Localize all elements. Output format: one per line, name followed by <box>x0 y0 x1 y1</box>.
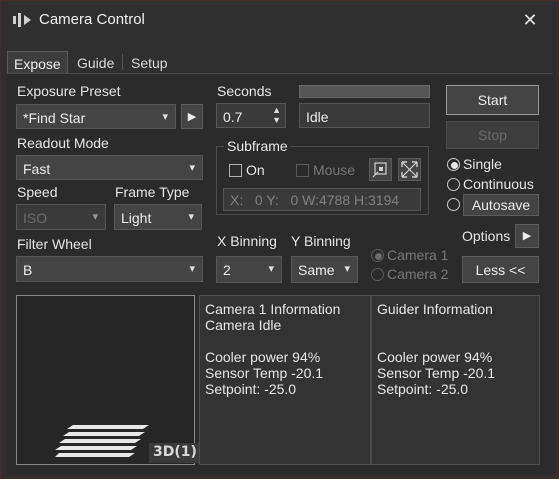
y-binning-label: Y Binning <box>291 233 351 249</box>
camera1-cooler-power: Cooler power 94% <box>205 349 321 365</box>
camera2-label: Camera 2 <box>387 266 449 282</box>
tab-setup[interactable]: Setup <box>125 51 174 73</box>
chevron-down-icon: ▾ <box>268 263 274 275</box>
expand-arrows-icon <box>401 161 418 178</box>
stack-3d-icon <box>55 425 149 457</box>
speed-label: Speed <box>17 184 58 200</box>
guider-setpoint: Setpoint: -25.0 <box>377 381 469 397</box>
seconds-label: Seconds <box>217 83 272 99</box>
guider-sensor-temp: Sensor Temp -20.1 <box>377 365 496 381</box>
y-binning-select[interactable]: Same ▾ <box>291 256 358 283</box>
subframe-coords: X: 0 Y: 0 W:4788 H:3194 <box>223 188 421 211</box>
single-label: Single <box>463 156 502 172</box>
stop-button[interactable]: Stop <box>446 121 539 149</box>
camera1-info-title: Camera 1 Information <box>205 301 341 317</box>
exposure-preset-select[interactable]: *Find Star ▾ <box>16 104 176 129</box>
x-binning-select[interactable]: 2 ▾ <box>216 256 282 283</box>
guider-cooler-power: Cooler power 94% <box>377 349 493 365</box>
continuous-label: Continuous <box>463 176 534 192</box>
chevron-down-icon: ▾ <box>344 263 350 275</box>
camera1-status: Camera Idle <box>205 317 282 333</box>
exposure-progress-bar <box>299 85 430 98</box>
seconds-input[interactable]: 0.7 ▲ ▼ <box>216 103 286 128</box>
spin-arrows-icon[interactable]: ▲ ▼ <box>272 105 281 125</box>
exposure-preset-label: Exposure Preset <box>17 83 121 99</box>
camera1-setpoint: Setpoint: -25.0 <box>205 381 297 397</box>
readout-mode-select[interactable]: Fast ▾ <box>16 155 203 180</box>
subframe-on-label: On <box>246 162 265 178</box>
options-button[interactable]: ▶ <box>515 224 539 248</box>
close-icon[interactable]: ✕ <box>519 9 541 31</box>
options-label: Options <box>462 228 511 244</box>
preset-arrow-button[interactable]: ▶ <box>181 104 203 129</box>
chevron-down-icon: ▾ <box>189 162 195 174</box>
select-region-button[interactable] <box>369 158 392 181</box>
x-binning-label: X Binning <box>217 233 277 249</box>
view-badge: 3D(1) <box>149 443 201 463</box>
frame-type-select[interactable]: Light ▾ <box>114 204 202 230</box>
less-button[interactable]: Less << <box>462 256 539 283</box>
guider-info-title: Guider Information <box>377 301 493 317</box>
camera1-label: Camera 1 <box>387 247 449 263</box>
filter-wheel-select[interactable]: B ▾ <box>16 256 203 282</box>
camera1-sensor-temp: Sensor Temp -20.1 <box>205 365 324 381</box>
chevron-down-icon: ▾ <box>189 263 195 275</box>
speed-select[interactable]: ISO ▾ <box>16 204 106 230</box>
readout-mode-label: Readout Mode <box>17 135 109 151</box>
subframe-label: Subframe <box>224 138 291 154</box>
tab-expose[interactable]: Expose <box>7 51 68 73</box>
subframe-on-checkbox[interactable] <box>229 164 242 177</box>
mouse-label: Mouse <box>313 162 356 178</box>
camera2-radio[interactable] <box>371 268 384 281</box>
title-bar[interactable]: Camera Control ✕ <box>1 1 558 39</box>
chevron-down-icon: ▾ <box>162 111 168 123</box>
play-icon: ▶ <box>187 111 197 123</box>
mouse-checkbox[interactable] <box>296 164 309 177</box>
full-frame-button[interactable] <box>398 158 421 181</box>
crop-region-icon <box>372 162 387 178</box>
start-button[interactable]: Start <box>446 85 539 115</box>
status-field: Idle <box>299 103 430 128</box>
camera-control-window: Camera Control ✕ Expose Guide Setup Expo… <box>0 0 559 479</box>
window-title: Camera Control <box>39 11 145 28</box>
continuous-radio[interactable] <box>447 178 460 191</box>
play-icon: ▶ <box>522 230 532 242</box>
single-radio[interactable] <box>447 158 460 171</box>
autosave-radio[interactable] <box>447 198 460 211</box>
guider-info-panel: Guider Information Cooler power 94% Sens… <box>371 295 540 465</box>
preview-pane[interactable]: 3D(1) <box>16 295 201 465</box>
autosave-button[interactable]: Autosave <box>463 194 539 216</box>
chevron-down-icon: ▾ <box>188 211 194 223</box>
filter-wheel-label: Filter Wheel <box>17 236 92 252</box>
chevron-down-icon: ▾ <box>92 211 98 223</box>
camera1-info-panel: Camera 1 Information Camera Idle Cooler … <box>199 295 371 465</box>
frame-type-label: Frame Type <box>115 184 190 200</box>
camera-control-icon <box>13 13 31 27</box>
tab-divider <box>122 54 123 70</box>
tab-guide[interactable]: Guide <box>71 51 120 73</box>
camera1-radio[interactable] <box>371 249 384 262</box>
